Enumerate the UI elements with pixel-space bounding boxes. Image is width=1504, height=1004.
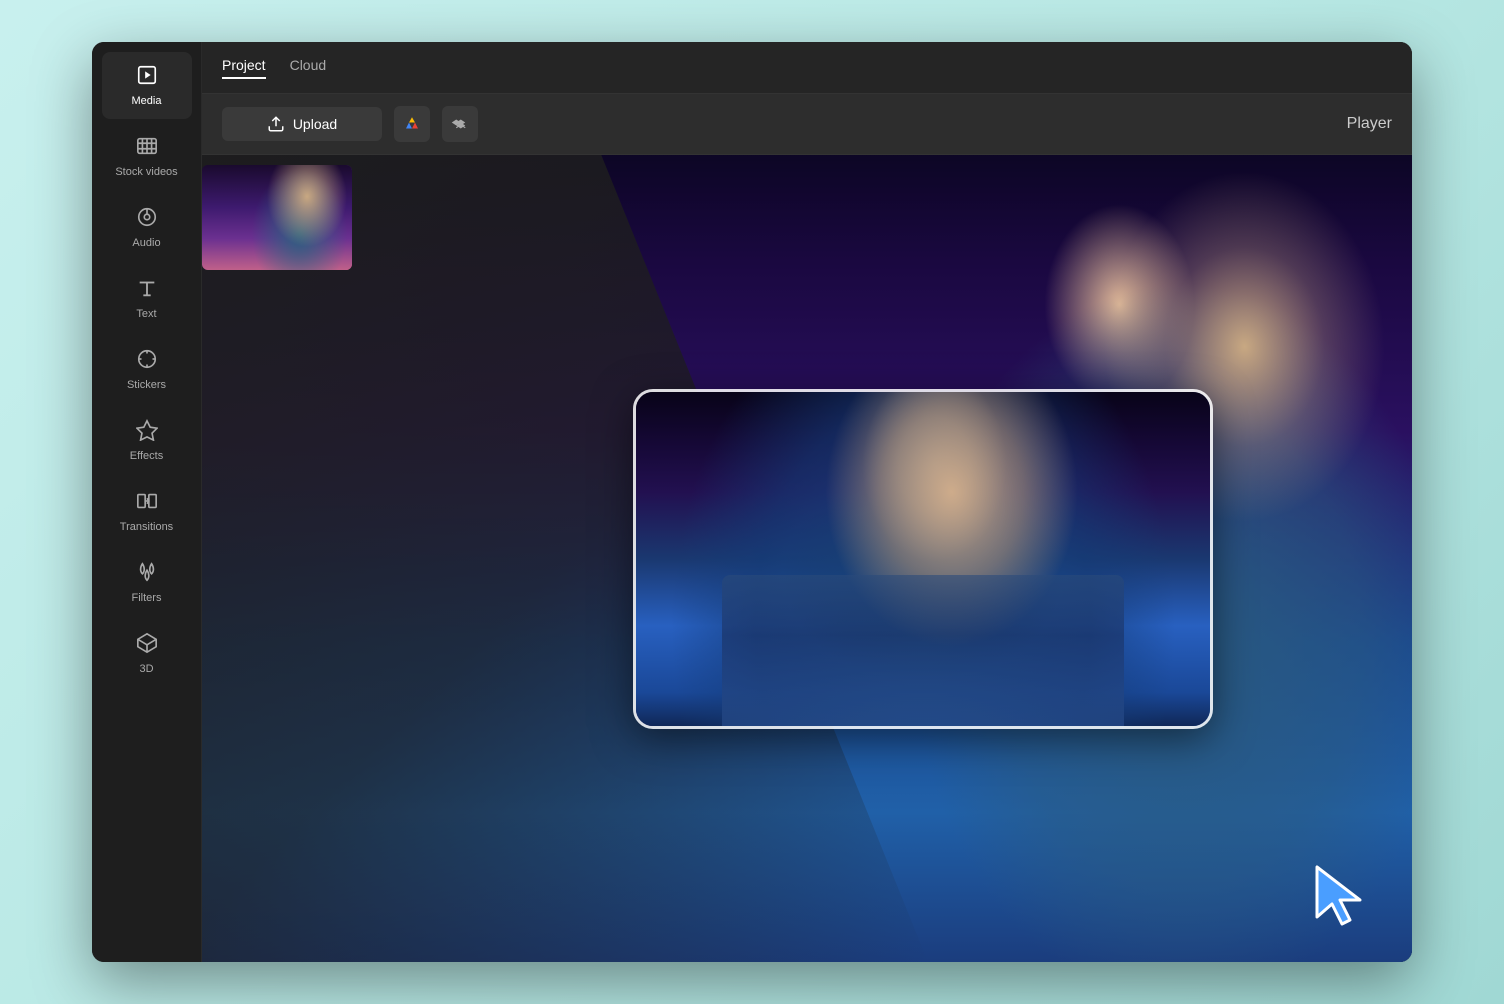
sidebar-item-label-transitions: Transitions (120, 521, 173, 533)
google-drive-button[interactable] (394, 106, 430, 142)
app-window: Media Stock videos (92, 42, 1412, 962)
sidebar-item-label-text: Text (136, 308, 156, 320)
audio-icon (136, 206, 158, 231)
upload-label: Upload (293, 116, 337, 132)
sidebar-item-label-filters: Filters (132, 592, 162, 604)
sidebar-item-label-media: Media (132, 95, 162, 107)
cursor-arrow (1312, 862, 1372, 932)
thumbnail-preview (202, 165, 352, 270)
top-bar: Project Cloud (202, 42, 1412, 94)
effects-icon (136, 419, 158, 444)
sidebar-item-filters[interactable]: Filters (102, 549, 192, 616)
sidebar-item-label-effects: Effects (130, 450, 163, 462)
sidebar-item-3d[interactable]: 3D (102, 620, 192, 687)
text-icon (136, 277, 158, 302)
upload-icon (267, 115, 285, 133)
sidebar-item-stickers[interactable]: Stickers (102, 336, 192, 403)
3d-icon (136, 632, 158, 657)
tab-project[interactable]: Project (222, 57, 266, 79)
sidebar-item-label-3d: 3D (139, 663, 153, 675)
card-jacket (722, 575, 1124, 725)
media-thumbnail[interactable] (202, 165, 352, 270)
media-area (202, 155, 1412, 962)
stock-videos-icon (136, 135, 158, 160)
sidebar-item-transitions[interactable]: Transitions (102, 478, 192, 545)
tab-cloud[interactable]: Cloud (290, 57, 327, 79)
sidebar-item-effects[interactable]: Effects (102, 407, 192, 474)
media-icon (136, 64, 158, 89)
sidebar-item-stock-videos[interactable]: Stock videos (102, 123, 192, 190)
dropbox-button[interactable] (442, 106, 478, 142)
stickers-icon (136, 348, 158, 373)
filters-icon (136, 561, 158, 586)
player-card-inner (636, 392, 1210, 726)
toolbar: Upload Player (202, 94, 1412, 155)
thumbnail-person (202, 165, 352, 270)
main-content: Project Cloud Upload (202, 42, 1412, 962)
sidebar-item-media[interactable]: Media (102, 52, 192, 119)
sidebar-item-label-audio: Audio (132, 237, 160, 249)
sidebar-item-text[interactable]: Text (102, 265, 192, 332)
google-drive-icon (403, 115, 421, 133)
sidebar-item-audio[interactable]: Audio (102, 194, 192, 261)
upload-button[interactable]: Upload (222, 107, 382, 141)
player-label: Player (1347, 115, 1392, 133)
sidebar-item-label-stock: Stock videos (115, 166, 177, 178)
sidebar-item-label-stickers: Stickers (127, 379, 166, 391)
dropbox-icon (451, 115, 469, 133)
sidebar: Media Stock videos (92, 42, 202, 962)
transitions-icon (136, 490, 158, 515)
player-card (633, 389, 1213, 729)
